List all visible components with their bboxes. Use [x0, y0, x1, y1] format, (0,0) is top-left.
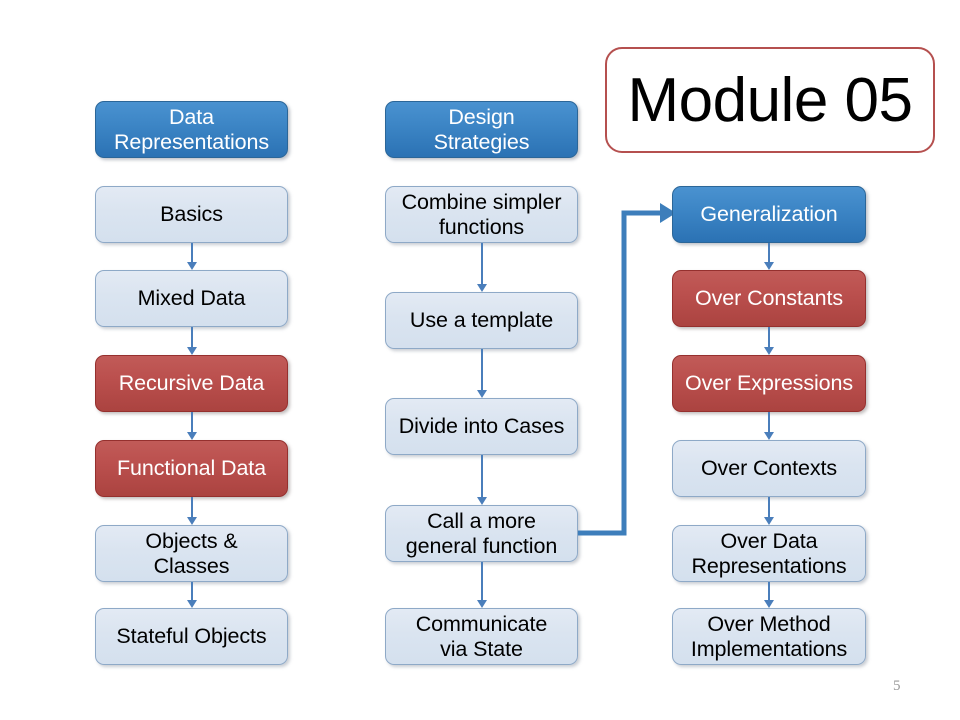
column-header-label: Design Strategies: [433, 105, 530, 154]
node-basics[interactable]: Basics: [95, 186, 288, 243]
arrow-shaft: [768, 412, 770, 432]
arrow-call-general-to-communicate-via-state: [473, 562, 491, 608]
page-number-text: 5: [893, 678, 901, 694]
arrow-head-icon: [187, 432, 197, 440]
arrow-shaft: [768, 327, 770, 347]
node-label: Mixed Data: [137, 286, 246, 311]
arrow-shaft: [481, 562, 483, 600]
node-generalization[interactable]: Generalization: [672, 186, 866, 243]
node-label: Over Data Representations: [691, 529, 847, 578]
arrow-template-to-divide-into-cases: [473, 349, 491, 398]
node-label: Objects & Classes: [145, 529, 238, 578]
node-over-data-representations[interactable]: Over Data Representations: [672, 525, 866, 582]
arrow-functional-data-to-objects-classes: [183, 497, 201, 525]
node-divide-into-cases[interactable]: Divide into Cases: [385, 398, 578, 455]
arrow-over-expressions-to-over-contexts: [760, 412, 778, 440]
node-combine-simpler-functions[interactable]: Combine simpler functions: [385, 186, 578, 243]
arrow-head-icon: [764, 432, 774, 440]
arrow-shaft: [191, 243, 193, 262]
arrow-head-icon: [187, 517, 197, 525]
arrow-shaft: [191, 412, 193, 432]
page-number: 5: [893, 678, 901, 695]
node-label: Over Constants: [695, 286, 843, 311]
node-label: Call a more general function: [405, 509, 558, 558]
arrow-head-icon: [764, 262, 774, 270]
node-label: Stateful Objects: [116, 624, 267, 649]
node-label: Basics: [160, 202, 223, 227]
arrow-head-icon: [764, 347, 774, 355]
node-over-expressions[interactable]: Over Expressions: [672, 355, 866, 412]
node-label: Over Expressions: [684, 371, 854, 396]
arrow-head-icon: [477, 497, 487, 505]
node-label: Functional Data: [116, 456, 267, 481]
node-over-method-implementations[interactable]: Over Method Implementations: [672, 608, 866, 665]
node-label: Over Method Implementations: [690, 612, 848, 661]
node-label: Over Contexts: [700, 456, 838, 481]
arrow-shaft: [768, 497, 770, 517]
node-label: Generalization: [700, 202, 838, 227]
column-header-label: Data Representations: [113, 105, 270, 154]
arrow-shaft: [768, 243, 770, 262]
arrow-combine-to-template: [473, 243, 491, 292]
arrow-shaft: [481, 455, 483, 497]
slide-canvas: Module 05 Data Representations Basics Mi…: [0, 0, 960, 720]
arrow-shaft: [191, 497, 193, 517]
node-label: Communicate via State: [415, 612, 548, 661]
arrow-head-icon: [764, 517, 774, 525]
arrow-mixed-data-to-recursive-data: [183, 327, 201, 355]
arrow-generalization-to-over-constants: [760, 243, 778, 270]
node-call-a-more-general-function[interactable]: Call a more general function: [385, 505, 578, 562]
column-header-design-strategies[interactable]: Design Strategies: [385, 101, 578, 158]
column-header-data-representations[interactable]: Data Representations: [95, 101, 288, 158]
slide-title-text: Module 05: [627, 65, 913, 135]
arrow-shaft: [481, 243, 483, 284]
arrow-head-icon: [477, 600, 487, 608]
arrow-over-data-representations-to-over-method-implementations: [760, 582, 778, 608]
arrow-shaft: [191, 327, 193, 347]
arrow-divide-to-call-general-function: [473, 455, 491, 505]
node-over-constants[interactable]: Over Constants: [672, 270, 866, 327]
node-label: Combine simpler functions: [401, 190, 562, 239]
node-functional-data[interactable]: Functional Data: [95, 440, 288, 497]
arrow-head-icon: [477, 390, 487, 398]
arrow-head-icon: [187, 600, 197, 608]
arrow-head-icon: [187, 262, 197, 270]
node-use-a-template[interactable]: Use a template: [385, 292, 578, 349]
arrow-shaft: [768, 582, 770, 600]
slide-title-box: Module 05: [605, 47, 935, 153]
arrow-head-icon: [477, 284, 487, 292]
connector-path: [578, 210, 662, 536]
arrow-basics-to-mixed-data: [183, 243, 201, 270]
node-objects-and-classes[interactable]: Objects & Classes: [95, 525, 288, 582]
arrow-head-icon: [187, 347, 197, 355]
node-communicate-via-state[interactable]: Communicate via State: [385, 608, 578, 665]
node-label: Divide into Cases: [398, 414, 565, 439]
node-stateful-objects[interactable]: Stateful Objects: [95, 608, 288, 665]
arrow-shaft: [481, 349, 483, 390]
node-recursive-data[interactable]: Recursive Data: [95, 355, 288, 412]
connector-call-general-function-to-generalization: [578, 203, 674, 536]
arrow-shaft: [191, 582, 193, 600]
arrow-objects-classes-to-stateful-objects: [183, 582, 201, 608]
node-label: Use a template: [409, 308, 554, 333]
arrow-recursive-data-to-functional-data: [183, 412, 201, 440]
node-over-contexts[interactable]: Over Contexts: [672, 440, 866, 497]
arrow-over-contexts-to-over-data-representations: [760, 497, 778, 525]
node-label: Recursive Data: [118, 371, 265, 396]
node-mixed-data[interactable]: Mixed Data: [95, 270, 288, 327]
arrow-head-icon: [764, 600, 774, 608]
arrow-over-constants-to-over-expressions: [760, 327, 778, 355]
